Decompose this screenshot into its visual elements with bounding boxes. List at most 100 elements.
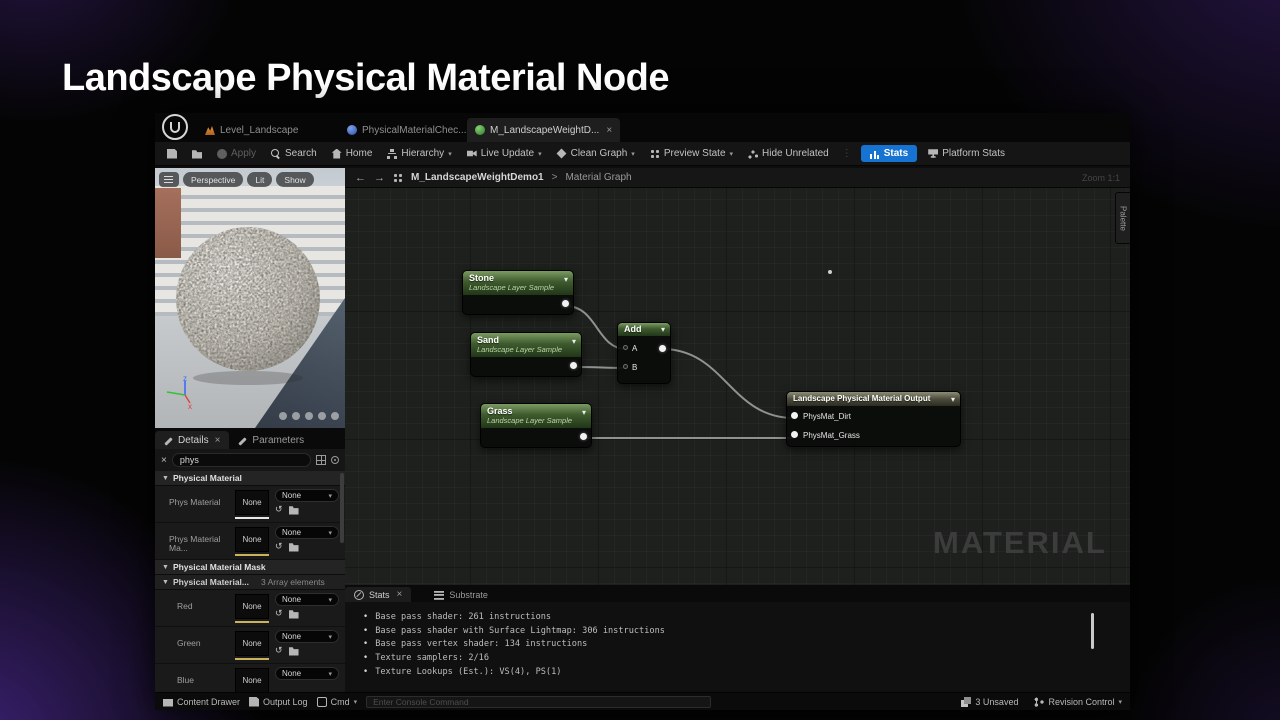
output-pin[interactable] bbox=[562, 300, 569, 307]
nav-circle-icon[interactable] bbox=[279, 412, 287, 420]
graph-breadcrumb-bar: ← → M_LandscapeWeightDemo1 > Material Gr… bbox=[345, 168, 1130, 188]
node-sand[interactable]: Sand Landscape Layer Sample ▾ bbox=[470, 332, 582, 377]
use-selected-icon[interactable]: ↺ bbox=[275, 608, 283, 619]
details-close-icon[interactable]: × bbox=[215, 435, 221, 446]
details-search-input[interactable] bbox=[180, 455, 303, 465]
hierarchy-button[interactable]: Hierarchy▾ bbox=[383, 146, 455, 161]
forward-button[interactable]: → bbox=[374, 172, 385, 184]
asset-dropdown[interactable]: None▾ bbox=[275, 489, 339, 502]
cmd-selector[interactable]: Cmd▾ bbox=[317, 697, 358, 707]
array-property-header[interactable]: ▼ Physical Material... 3 Array elements bbox=[155, 575, 345, 590]
input-pin-physmat-grass[interactable] bbox=[791, 431, 798, 438]
chevron-down-icon[interactable]: ▾ bbox=[572, 337, 576, 346]
section-physical-material[interactable]: ▼ Physical Material bbox=[155, 471, 345, 486]
console-command-input[interactable] bbox=[366, 696, 711, 708]
chevron-down-icon[interactable]: ▾ bbox=[582, 408, 586, 417]
asset-dropdown[interactable]: None▾ bbox=[275, 526, 339, 539]
home-button[interactable]: Home bbox=[328, 146, 377, 161]
browse-to-asset-icon[interactable] bbox=[289, 609, 299, 619]
clean-graph-button[interactable]: Clean Graph▾ bbox=[553, 146, 639, 161]
perspective-button[interactable]: Perspective bbox=[183, 172, 243, 187]
chevron-down-icon[interactable]: ▾ bbox=[661, 325, 665, 334]
output-log-button[interactable]: Output Log bbox=[249, 697, 308, 707]
revision-control-button[interactable]: Revision Control▾ bbox=[1034, 697, 1122, 707]
tab-close-icon[interactable]: × bbox=[606, 125, 612, 136]
browse-to-asset-icon[interactable] bbox=[289, 542, 299, 552]
browse-button[interactable] bbox=[188, 147, 206, 161]
nav-circle-icon[interactable] bbox=[331, 412, 339, 420]
save-button[interactable] bbox=[163, 147, 181, 161]
hide-unrelated-button[interactable]: Hide Unrelated bbox=[744, 146, 833, 161]
details-scrollbar[interactable] bbox=[340, 473, 344, 543]
breadcrumb-section[interactable]: Material Graph bbox=[565, 172, 631, 183]
viewport-menu-button[interactable] bbox=[159, 172, 179, 187]
display-options-icon[interactable] bbox=[316, 455, 326, 465]
material-graph-canvas[interactable]: Stone Landscape Layer Sample ▾ Sand Land… bbox=[345, 188, 1130, 585]
asset-dropdown[interactable]: None▾ bbox=[275, 667, 339, 680]
asset-thumbnail[interactable]: None bbox=[235, 668, 269, 692]
show-button[interactable]: Show bbox=[276, 172, 313, 187]
input-pin-b[interactable] bbox=[623, 364, 628, 369]
graph-list-icon[interactable] bbox=[393, 173, 403, 183]
content-drawer-button[interactable]: Content Drawer bbox=[163, 697, 240, 707]
nav-circle-icon[interactable] bbox=[292, 412, 300, 420]
tab-physical-material-check[interactable]: PhysicalMaterialChec... • bbox=[339, 118, 483, 142]
revision-control-icon bbox=[1034, 697, 1044, 707]
breadcrumb-asset[interactable]: M_LandscapeWeightDemo1 bbox=[411, 172, 544, 183]
asset-thumbnail[interactable]: None bbox=[235, 631, 269, 656]
use-selected-icon[interactable]: ↺ bbox=[275, 504, 283, 515]
level-icon bbox=[205, 125, 215, 135]
chevron-down-icon[interactable]: ▾ bbox=[564, 275, 568, 284]
asset-dropdown[interactable]: None▾ bbox=[275, 593, 339, 606]
chevron-down-icon[interactable]: ▾ bbox=[951, 395, 955, 404]
node-add[interactable]: Add ▾ A B bbox=[617, 322, 671, 384]
unsaved-indicator[interactable]: 3 Unsaved bbox=[961, 697, 1018, 707]
nav-circle-icon[interactable] bbox=[318, 412, 326, 420]
asset-thumbnail[interactable]: None bbox=[235, 490, 269, 515]
node-stone[interactable]: Stone Landscape Layer Sample ▾ bbox=[462, 270, 574, 315]
node-grass[interactable]: Grass Landscape Layer Sample ▾ bbox=[480, 403, 592, 448]
tab-level-landscape[interactable]: Level_Landscape bbox=[197, 118, 311, 142]
tab-landscape-weight-demo[interactable]: M_LandscapeWeightD... × bbox=[467, 118, 620, 142]
output-pin[interactable] bbox=[570, 362, 577, 369]
search-button[interactable]: Search bbox=[267, 146, 321, 161]
details-search-box[interactable] bbox=[172, 453, 311, 467]
back-button[interactable]: ← bbox=[355, 172, 366, 184]
lit-button[interactable]: Lit bbox=[247, 172, 272, 187]
viewport-nav-controls[interactable] bbox=[279, 412, 339, 420]
stats-close-icon[interactable]: × bbox=[397, 589, 403, 600]
apply-button[interactable]: Apply bbox=[213, 146, 260, 161]
browse-to-asset-icon[interactable] bbox=[289, 646, 299, 656]
asset-thumbnail[interactable]: None bbox=[235, 594, 269, 619]
status-bar: Content Drawer Output Log Cmd▾ 3 Unsaved… bbox=[155, 692, 1130, 710]
toolbar-overflow[interactable]: ⋮ bbox=[840, 148, 854, 159]
gear-icon[interactable] bbox=[331, 456, 339, 464]
preview-state-button[interactable]: Preview State▾ bbox=[646, 146, 737, 161]
asset-dropdown[interactable]: None▾ bbox=[275, 630, 339, 643]
material-blue-icon bbox=[347, 125, 357, 135]
use-selected-icon[interactable]: ↺ bbox=[275, 645, 283, 656]
palette-tab[interactable]: Palette bbox=[1115, 192, 1130, 244]
nav-circle-icon[interactable] bbox=[305, 412, 313, 420]
stats-button[interactable]: Stats bbox=[861, 145, 917, 162]
input-pin-a[interactable] bbox=[623, 345, 628, 350]
unreal-logo-icon[interactable] bbox=[162, 114, 188, 140]
input-pin-physmat-dirt[interactable] bbox=[791, 412, 798, 419]
tab-substrate[interactable]: Substrate bbox=[425, 587, 497, 602]
section-physical-material-mask[interactable]: ▼ Physical Material Mask bbox=[155, 560, 345, 575]
use-selected-icon[interactable]: ↺ bbox=[275, 541, 283, 552]
stats-scrollbar[interactable] bbox=[1091, 613, 1094, 649]
node-landscape-physical-material-output[interactable]: Landscape Physical Material Output ▾ Phy… bbox=[786, 391, 961, 447]
output-pin[interactable] bbox=[659, 345, 666, 352]
browse-to-asset-icon[interactable] bbox=[289, 505, 299, 515]
clear-search-icon[interactable]: × bbox=[161, 455, 167, 466]
tab-parameters[interactable]: Parameters bbox=[229, 431, 313, 449]
tab-stats[interactable]: Stats× bbox=[345, 587, 411, 602]
platform-stats-button[interactable]: Platform Stats bbox=[924, 146, 1009, 161]
live-update-button[interactable]: Live Update▾ bbox=[463, 146, 546, 161]
asset-thumbnail[interactable]: None bbox=[235, 527, 269, 552]
output-pin[interactable] bbox=[580, 433, 587, 440]
svg-text:x: x bbox=[188, 402, 192, 410]
tab-details[interactable]: Details× bbox=[155, 431, 229, 449]
preview-viewport[interactable]: Perspective Lit Show z x bbox=[155, 168, 345, 428]
